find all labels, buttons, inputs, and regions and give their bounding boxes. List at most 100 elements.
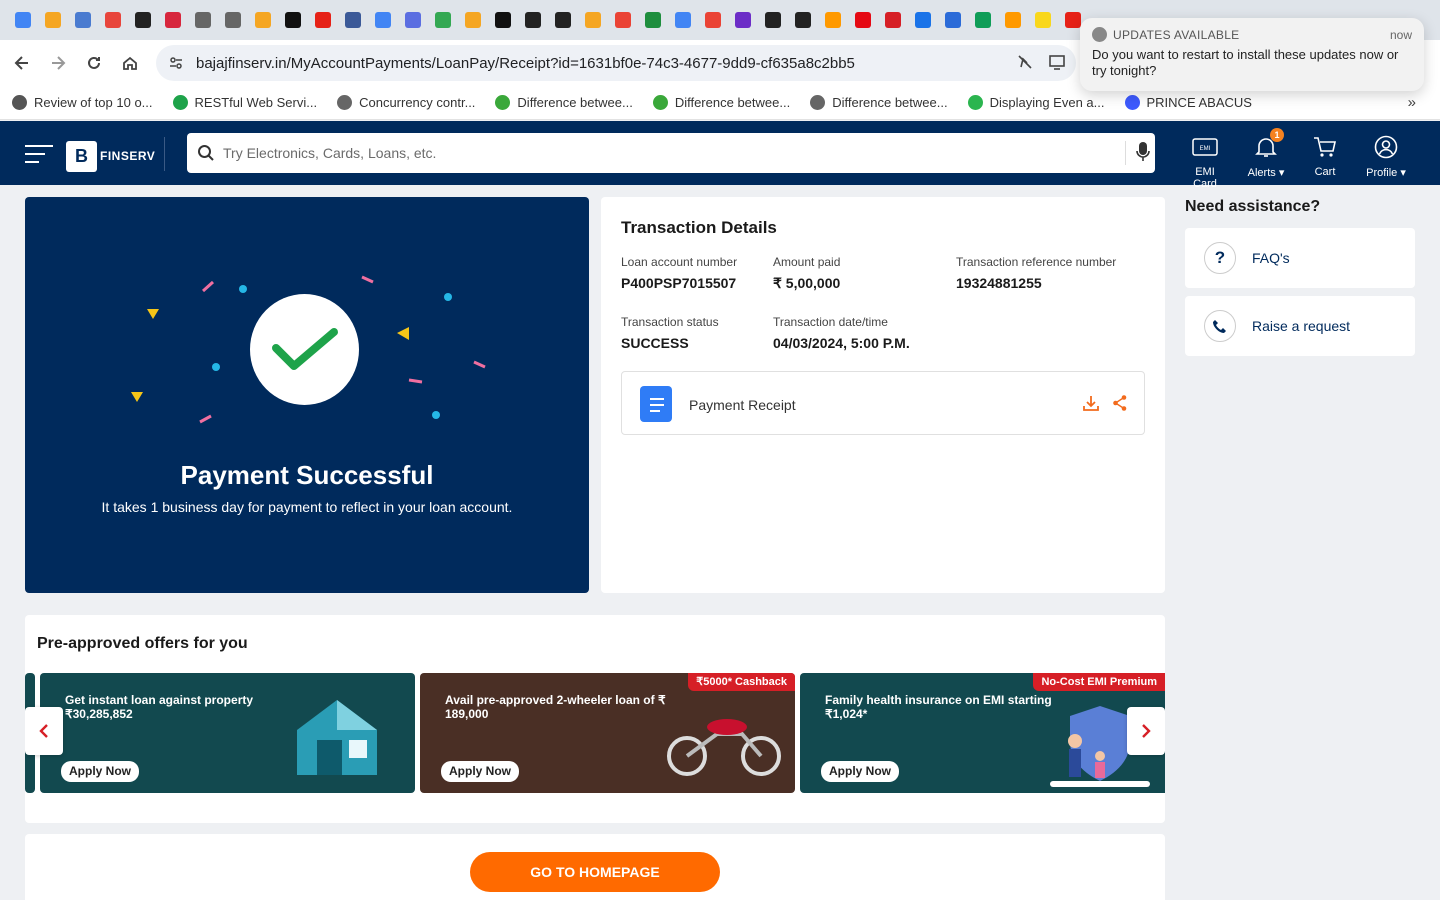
faq-button[interactable]: ? FAQ's — [1185, 228, 1415, 288]
update-notification[interactable]: UPDATES AVAILABLE now Do you want to res… — [1080, 18, 1424, 91]
apply-now-button[interactable]: Apply Now — [61, 761, 139, 782]
tab-favicon-icon — [945, 12, 961, 28]
browser-tab[interactable] — [428, 0, 458, 40]
bookmark-item[interactable]: Review of top 10 o... — [12, 95, 153, 110]
bajaj-logo-text[interactable]: FINSERV — [100, 149, 155, 163]
bookmark-item[interactable]: PRINCE ABACUS — [1124, 95, 1252, 110]
settings-app-icon — [1092, 27, 1107, 42]
tab-favicon-icon — [345, 12, 361, 28]
tab-favicon-icon — [915, 12, 931, 28]
browser-tab[interactable] — [248, 0, 278, 40]
chevron-double-right-icon[interactable]: » — [1408, 94, 1416, 111]
apply-now-button[interactable]: Apply Now — [441, 761, 519, 782]
browser-tab[interactable] — [8, 0, 38, 40]
tab-favicon-icon — [645, 12, 661, 28]
browser-tab[interactable] — [1028, 0, 1058, 40]
bookmark-item[interactable]: Difference betwee... — [810, 95, 948, 110]
browser-tab[interactable] — [128, 0, 158, 40]
browser-tab[interactable] — [278, 0, 308, 40]
bajaj-logo-mark[interactable]: B — [66, 141, 97, 172]
browser-tab[interactable] — [68, 0, 98, 40]
cart-button[interactable]: Cart — [1303, 135, 1347, 178]
mic-icon[interactable] — [1125, 141, 1150, 165]
browser-tab[interactable] — [218, 0, 248, 40]
offer-card-property[interactable]: Get instant loan against property ₹30,28… — [40, 673, 415, 793]
browser-tab[interactable] — [38, 0, 68, 40]
download-icon[interactable] — [1082, 394, 1100, 412]
emi-card-icon: EMI — [1192, 138, 1218, 156]
browser-tab[interactable] — [668, 0, 698, 40]
browser-tab[interactable] — [638, 0, 668, 40]
carousel-prev-button[interactable] — [25, 707, 63, 755]
loan-account-label: Loan account number — [621, 255, 738, 269]
amount-field: Amount paid ₹ 5,00,000 — [773, 255, 840, 292]
site-settings-icon[interactable] — [168, 55, 184, 71]
tab-favicon-icon — [825, 12, 841, 28]
browser-tab[interactable] — [98, 0, 128, 40]
forward-arrow-icon — [52, 56, 66, 70]
browser-tab[interactable] — [998, 0, 1028, 40]
profile-button[interactable]: Profile ▾ — [1364, 135, 1408, 179]
bookmark-item[interactable]: Difference betwee... — [652, 95, 790, 110]
forward-button[interactable] — [40, 45, 76, 81]
loan-account-field: Loan account number P400PSP7015507 — [621, 255, 737, 291]
site-search-bar[interactable] — [187, 133, 1155, 173]
alerts-count-badge: 1 — [1270, 128, 1284, 142]
bookmark-item[interactable]: RESTful Web Servi... — [172, 95, 317, 110]
home-icon — [123, 56, 137, 70]
motorcycle-illustration — [667, 719, 781, 776]
browser-tab[interactable] — [608, 0, 638, 40]
browser-tab[interactable] — [878, 0, 908, 40]
bookmark-item[interactable]: Displaying Even a... — [967, 95, 1105, 110]
browser-tab[interactable] — [968, 0, 998, 40]
browser-tab[interactable] — [818, 0, 848, 40]
alerts-button[interactable]: 1 Alerts ▾ — [1244, 128, 1288, 179]
install-app-icon[interactable] — [1048, 53, 1066, 71]
browser-tab[interactable] — [308, 0, 338, 40]
browser-tab[interactable] — [158, 0, 188, 40]
raise-request-button[interactable]: Raise a request — [1185, 296, 1415, 356]
browser-tab[interactable] — [698, 0, 728, 40]
payment-receipt-row[interactable]: Payment Receipt — [621, 371, 1145, 435]
bookmark-favicon-icon — [172, 95, 188, 110]
browser-tab[interactable] — [368, 0, 398, 40]
browser-tab[interactable] — [908, 0, 938, 40]
browser-tab[interactable] — [578, 0, 608, 40]
transaction-details-card: Transaction Details Loan account number … — [601, 197, 1165, 593]
browser-tab[interactable] — [848, 0, 878, 40]
browser-tab[interactable] — [398, 0, 428, 40]
browser-tab[interactable] — [758, 0, 788, 40]
hamburger-menu-icon[interactable] — [25, 145, 53, 165]
carousel-next-button[interactable] — [1127, 707, 1165, 755]
offer-card-two-wheeler[interactable]: ₹5000* Cashback Avail pre-approved 2-whe… — [420, 673, 795, 793]
tracking-off-icon[interactable] — [1016, 53, 1034, 71]
browser-tab[interactable] — [938, 0, 968, 40]
browser-tab[interactable] — [548, 0, 578, 40]
home-button[interactable] — [112, 45, 148, 81]
tab-favicon-icon — [765, 12, 781, 28]
browser-tab[interactable] — [488, 0, 518, 40]
browser-tab[interactable] — [728, 0, 758, 40]
browser-tab[interactable] — [518, 0, 548, 40]
notification-message: Do you want to restart to install these … — [1092, 47, 1399, 78]
bookmark-label: Concurrency contr... — [359, 95, 476, 110]
bookmark-favicon-icon — [1124, 95, 1140, 110]
success-subtitle: It takes 1 business day for payment to r… — [101, 499, 513, 515]
apply-now-button[interactable]: Apply Now — [821, 761, 899, 782]
address-bar[interactable]: bajajfinserv.in/MyAccountPayments/LoanPa… — [156, 45, 1076, 81]
reload-button[interactable] — [76, 45, 112, 81]
offer-card-health-insurance[interactable]: No-Cost EMI Premium Family health insura… — [800, 673, 1165, 793]
browser-tab[interactable] — [788, 0, 818, 40]
emi-card-button[interactable]: EMI EMI Card — [1183, 135, 1227, 190]
bookmark-item[interactable]: Difference betwee... — [495, 95, 633, 110]
bookmark-item[interactable]: Concurrency contr... — [337, 95, 475, 110]
tab-favicon-icon — [525, 12, 541, 28]
browser-tab[interactable] — [458, 0, 488, 40]
share-icon[interactable] — [1112, 394, 1128, 412]
go-to-homepage-button[interactable]: GO TO HOMEPAGE — [470, 852, 720, 892]
bookmark-favicon-icon — [495, 95, 511, 110]
browser-tab[interactable] — [338, 0, 368, 40]
browser-tab[interactable] — [188, 0, 218, 40]
search-input[interactable] — [223, 145, 1103, 161]
back-button[interactable] — [4, 45, 40, 81]
